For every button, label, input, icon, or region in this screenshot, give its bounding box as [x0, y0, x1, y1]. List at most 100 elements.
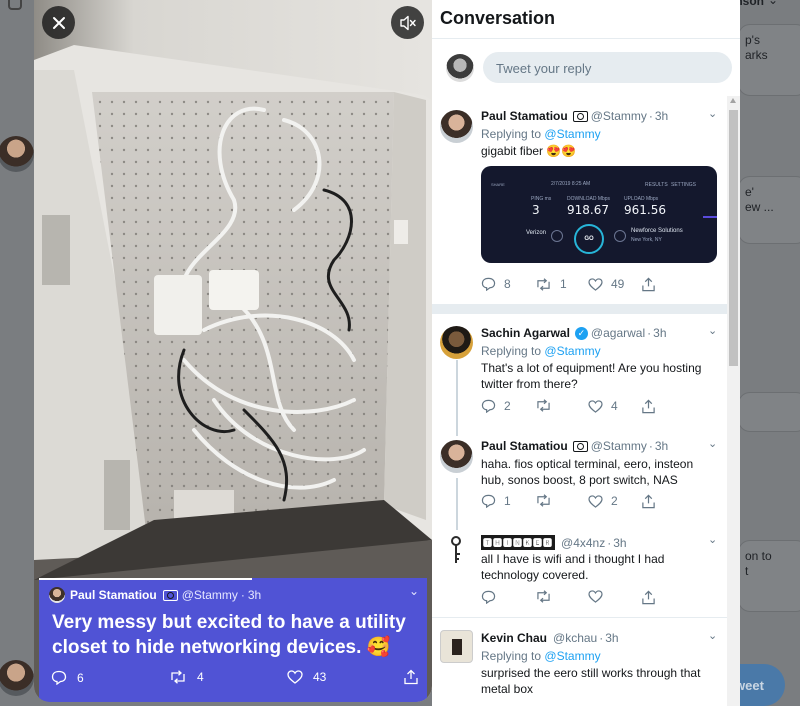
retweet-button[interactable]: 4 — [169, 670, 204, 684]
author-name[interactable]: Paul Stamatiou — [481, 439, 568, 453]
tweet-text: That's a lot of equipment! Are you hosti… — [481, 361, 702, 391]
avatar[interactable] — [440, 326, 473, 359]
go-button[interactable]: GO — [574, 224, 604, 254]
like-button[interactable]: 2 — [588, 494, 618, 508]
share-label: SHARE — [491, 182, 505, 187]
author-handle[interactable]: @4x4nz — [561, 536, 605, 550]
tweet-time[interactable]: 3h — [605, 631, 618, 645]
author-name[interactable]: Paul Stamatiou — [481, 109, 568, 123]
background-card[interactable]: p's arks — [738, 24, 800, 96]
scrollbar-thumb[interactable] — [729, 110, 738, 366]
chevron-down-icon[interactable]: ⌄ — [708, 533, 717, 546]
share-button[interactable] — [641, 590, 656, 605]
tweet-actions: 8 1 49 — [481, 277, 716, 293]
chevron-down-icon[interactable]: ⌄ — [708, 629, 717, 642]
tweet[interactable]: Paul Stamatiou @Stammy · 3h ⌄ Replying t… — [432, 0, 727, 300]
chevron-down-icon[interactable]: ⌄ — [409, 584, 419, 598]
tweet-header: Paul Stamatiou @Stammy · 3h — [481, 109, 668, 123]
chevron-down-icon[interactable]: ⌄ — [768, 0, 778, 7]
share-button[interactable] — [641, 494, 656, 509]
author-name[interactable]: Paul Stamatiou — [70, 588, 157, 602]
verified-badge-icon: ✓ — [574, 326, 588, 340]
retweet-count: 4 — [197, 670, 204, 684]
tweet-actions: 2 4 — [481, 399, 716, 415]
author-name[interactable]: Sachin Agarwal — [481, 326, 570, 340]
download-label: DOWNLOAD Mbps — [567, 196, 611, 202]
share-button[interactable] — [641, 277, 656, 292]
camera-icon — [572, 440, 588, 452]
avatar — [0, 136, 34, 172]
author-name[interactable]: Kevin Chau — [481, 631, 547, 645]
like-count: 4 — [611, 399, 618, 413]
chevron-down-icon[interactable]: ⌄ — [708, 437, 717, 450]
like-button[interactable]: 49 — [588, 277, 624, 291]
author-handle[interactable]: @Stammy — [591, 109, 647, 123]
like-count: 2 — [611, 494, 618, 508]
reply-button[interactable]: 2 — [481, 399, 511, 413]
retweet-button[interactable] — [535, 494, 552, 507]
avatar[interactable] — [49, 587, 65, 603]
tweet-text: gigabit fiber 😍😍 — [481, 144, 577, 158]
divider — [432, 617, 727, 618]
overlay-actions: 6 4 43 — [39, 666, 427, 690]
share-button[interactable] — [403, 669, 419, 685]
mute-button[interactable] — [391, 6, 424, 39]
speedtest-screenshot[interactable]: SHARE 2/7/2019 8:25 AM RESULTS SETTINGS … — [481, 166, 717, 263]
background-card[interactable] — [738, 392, 800, 432]
avatar[interactable] — [440, 110, 473, 143]
mention-link[interactable]: @Stammy — [544, 344, 600, 358]
retweet-button[interactable]: 1 — [535, 277, 567, 291]
heart-icon — [588, 494, 603, 508]
tweet-time[interactable]: 3h — [655, 439, 668, 453]
retweet-button[interactable] — [535, 399, 552, 412]
tweet-time[interactable]: 3h — [653, 326, 666, 340]
background-card[interactable]: on to t — [738, 540, 800, 612]
ping-label: PING ms — [531, 196, 552, 202]
separator-dot: · — [240, 588, 245, 602]
like-button[interactable]: 4 — [588, 399, 618, 413]
close-button[interactable] — [42, 6, 75, 39]
results-label: RESULTS — [645, 182, 668, 188]
upload-label: UPLOAD Mbps — [624, 196, 659, 202]
author-handle[interactable]: @Stammy — [591, 439, 647, 453]
retweet-button[interactable] — [535, 590, 552, 603]
tweet-header: Kevin Chau @kchau · 3h — [481, 631, 619, 645]
mention-link[interactable]: @Stammy — [544, 649, 600, 663]
tweet-text: Very messy but excited to have a utility… — [52, 612, 406, 658]
background-card[interactable]: e' ew ... — [738, 176, 800, 244]
reply-icon — [481, 277, 496, 291]
tweet-header: Paul Stamatiou @Stammy · 3h — [481, 439, 668, 453]
replying-label: Replying to — [481, 649, 542, 663]
reply-button[interactable]: 6 — [51, 670, 84, 685]
server-name: Newforce Solutions — [631, 228, 683, 234]
mention-link[interactable]: @Stammy — [544, 127, 600, 141]
reply-icon — [51, 670, 67, 685]
chevron-down-icon[interactable]: ⌄ — [708, 324, 717, 337]
author-handle[interactable]: @Stammy — [182, 588, 238, 602]
reply-button[interactable]: 1 — [481, 494, 511, 508]
replying-to: Replying to @Stammy — [481, 127, 601, 141]
video-progress-bar[interactable] — [39, 578, 253, 580]
like-button[interactable] — [588, 590, 603, 603]
isp-name: Verizon — [526, 230, 547, 236]
share-button[interactable] — [641, 399, 656, 414]
retweet-count: 1 — [560, 277, 567, 291]
avatar[interactable] — [440, 534, 473, 567]
tweet-time[interactable]: 3h — [613, 536, 626, 550]
chevron-down-icon[interactable]: ⌄ — [708, 107, 717, 120]
avatar[interactable] — [440, 630, 473, 663]
scroll-up-arrow-icon[interactable] — [730, 98, 736, 103]
close-icon — [52, 16, 65, 29]
like-button[interactable]: 43 — [287, 670, 326, 684]
reply-button[interactable] — [481, 590, 496, 604]
tweet-time[interactable]: 3h — [248, 588, 261, 602]
author-name[interactable]: 🆃🅷🅸🅽🅺🅴🆁 — [481, 535, 556, 550]
author-handle[interactable]: @agarwal — [591, 326, 645, 340]
share-icon — [642, 590, 655, 605]
reply-count: 8 — [504, 277, 511, 291]
tweet-time[interactable]: 3h — [655, 109, 668, 123]
avatar[interactable] — [440, 440, 473, 473]
reply-count: 1 — [504, 494, 511, 508]
reply-button[interactable]: 8 — [481, 277, 511, 291]
author-handle[interactable]: @kchau — [553, 631, 597, 645]
